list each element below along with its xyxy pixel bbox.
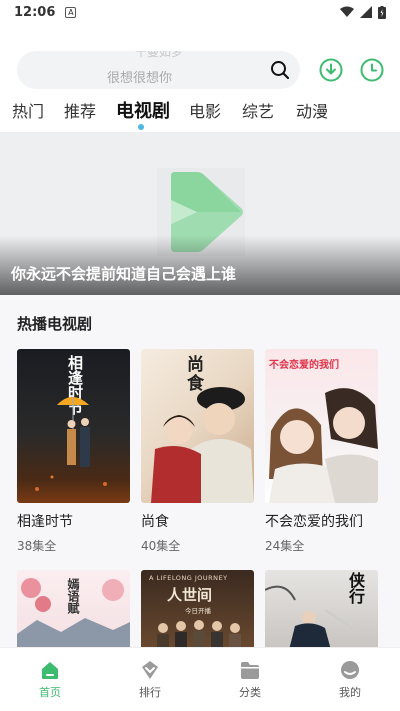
- nav-home-label: 首页: [39, 686, 61, 699]
- nav-category-label: 分类: [239, 686, 261, 699]
- download-icon[interactable]: [319, 58, 343, 82]
- banner-caption: 你永远不会提前知道自己会遇上谁: [11, 265, 237, 283]
- status-bar: 12:06 A: [0, 0, 400, 24]
- nav-category[interactable]: 分类: [220, 660, 280, 700]
- status-time: 12:06: [14, 4, 56, 20]
- search-icon[interactable]: [270, 60, 290, 80]
- tab-recommend[interactable]: 推荐: [64, 98, 96, 122]
- umbrella-figures-art: [35, 397, 107, 491]
- tab-hot[interactable]: 热门: [12, 98, 44, 122]
- active-tab-indicator: [138, 124, 144, 130]
- nav-profile[interactable]: 我的: [320, 660, 380, 700]
- rank-icon: [142, 661, 158, 679]
- couple-portrait-art: [151, 387, 254, 503]
- nav-ranking[interactable]: 排行: [120, 660, 180, 700]
- show-poster: 相逢时节: [17, 349, 130, 503]
- show-card[interactable]: 侠行: [265, 570, 378, 650]
- show-poster: 不会恋爱的我们: [265, 349, 378, 503]
- featured-banner[interactable]: 你永远不会提前知道自己会遇上谁: [0, 132, 400, 295]
- show-poster: 尚食: [141, 349, 254, 503]
- bottom-navigation: 首页 排行 分类 我的: [0, 647, 400, 711]
- show-title: 尚食: [141, 514, 169, 530]
- history-clock-icon[interactable]: [360, 58, 384, 82]
- show-title: 相逢时节: [17, 514, 73, 530]
- nav-ranking-label: 排行: [139, 686, 161, 699]
- nav-home[interactable]: 首页: [20, 660, 80, 700]
- swordsman-art: [265, 585, 366, 650]
- tab-anime[interactable]: 动漫: [296, 98, 328, 122]
- tab-variety[interactable]: 综艺: [242, 98, 274, 122]
- nav-profile-label: 我的: [339, 686, 361, 699]
- show-card[interactable]: A LIFELONG JOURNEY 人世间 今日开播: [141, 570, 254, 650]
- show-card[interactable]: 相逢时节 相逢时节 38集全: [17, 349, 130, 554]
- show-card[interactable]: 不会恋爱的我们 不会恋爱的我们 24集全: [265, 349, 378, 554]
- tab-movie[interactable]: 电影: [189, 98, 221, 122]
- family-group-art: [157, 620, 241, 650]
- category-tabs: 热门 推荐 电视剧 电影 综艺 动漫: [0, 98, 400, 128]
- show-card[interactable]: 尚食 尚食 40集全: [141, 349, 254, 554]
- folder-icon: [241, 662, 259, 679]
- show-episodes: 24集全: [265, 539, 305, 553]
- tab-tv-series[interactable]: 电视剧: [116, 97, 170, 123]
- home-icon: [42, 662, 58, 679]
- search-ghost-text: 千曼如梦: [135, 51, 184, 59]
- hot-tv-section: 热播电视剧 相逢时节 相逢时节 38集全 尚食 尚食 40集全 不会恋爱的我们 …: [0, 295, 400, 650]
- show-card[interactable]: 嫣语赋: [17, 570, 130, 650]
- battery-icon: [378, 5, 386, 19]
- section-title: 热播电视剧: [17, 315, 93, 333]
- couple-portrait-art: [269, 388, 378, 503]
- poster-title-text: 嫣语赋: [66, 578, 80, 614]
- profile-icon: [341, 661, 359, 679]
- notification-icon: A: [65, 6, 77, 18]
- search-placeholder: 很想很想你: [107, 71, 173, 86]
- wifi-icon: [340, 6, 354, 17]
- signal-icon: [360, 6, 372, 18]
- show-title: 不会恋爱的我们: [265, 514, 363, 530]
- search-input[interactable]: 千曼如梦 很想很想你: [17, 51, 300, 89]
- show-episodes: 38集全: [17, 539, 57, 553]
- show-episodes: 40集全: [141, 539, 181, 553]
